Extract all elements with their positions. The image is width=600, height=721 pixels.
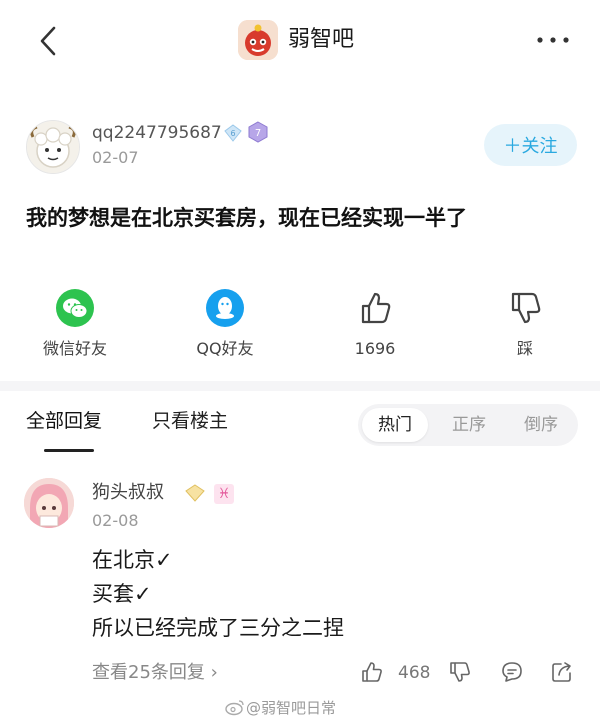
share-qq-label: QQ好友: [196, 339, 254, 358]
author-avatar[interactable]: [26, 120, 80, 174]
wechat-icon: [56, 289, 94, 327]
author-name[interactable]: qq2247795687: [92, 121, 222, 145]
watermark: @弱智吧日常: [246, 699, 337, 717]
share-wechat-button[interactable]: 微信好友: [20, 288, 130, 360]
dislike-label: 踩: [516, 339, 533, 358]
section-divider: [0, 381, 600, 391]
anime-girl-avatar-icon: [24, 478, 74, 528]
dislike-button[interactable]: 踩: [470, 288, 580, 360]
forum-name[interactable]: 弱智吧: [288, 24, 354, 56]
more-dots-icon[interactable]: [536, 32, 570, 48]
top-bar: 弱智吧: [0, 0, 600, 84]
view-replies-link[interactable]: 查看25条回复 ›: [92, 660, 218, 686]
like-count: 1696: [354, 339, 396, 358]
tab-all-replies[interactable]: 全部回复: [26, 407, 102, 435]
qq-icon: [206, 289, 244, 327]
forum-logo[interactable]: [238, 20, 278, 60]
weibo-logo-icon: [225, 700, 244, 716]
reply-date: 02-08: [92, 511, 139, 530]
sheep-avatar-icon: [27, 121, 79, 173]
tab-active-indicator: [44, 449, 94, 452]
forum-mascot-icon: [238, 20, 278, 60]
sort-descending-button[interactable]: 倒序: [508, 408, 574, 442]
chevron-left-icon[interactable]: [34, 24, 64, 58]
share-icon[interactable]: [550, 660, 574, 684]
share-wechat-label: 微信好友: [42, 339, 107, 358]
sort-hot-button[interactable]: 热门: [362, 408, 428, 442]
follow-button[interactable]: ＋关注: [484, 124, 577, 166]
tab-op-only[interactable]: 只看楼主: [152, 407, 228, 435]
zodiac-badge: ♓: [214, 484, 234, 504]
reply-author-name[interactable]: 狗头叔叔: [92, 480, 164, 506]
post-title: 我的梦想是在北京买套房，现在已经实现一半了: [26, 206, 467, 230]
reply-line-3: 所以已经完成了三分之二捏: [92, 616, 344, 640]
rank-badge-text: 7: [255, 128, 261, 139]
reply-line-1: 在北京✓: [92, 548, 173, 572]
reply-thumbs-up-icon[interactable]: [360, 660, 384, 684]
share-qq-button[interactable]: QQ好友: [170, 288, 280, 360]
level-diamond-icon: 6: [224, 124, 242, 142]
thumbs-down-icon: [511, 292, 541, 324]
reply-line-2: 买套✓: [92, 582, 152, 606]
level-badge-text: 6: [230, 129, 235, 138]
sort-toggle: 热门 正序 倒序: [358, 404, 578, 446]
reply-thumbs-down-icon[interactable]: [448, 660, 472, 684]
comment-icon[interactable]: [500, 660, 524, 684]
like-button[interactable]: 1696: [320, 288, 430, 360]
reply-like-count: 468: [398, 663, 431, 683]
rank-badge-icon: 7: [248, 121, 268, 143]
sort-ascending-button[interactable]: 正序: [436, 408, 502, 442]
diamond-badge-icon: [185, 484, 205, 502]
thumbs-up-icon: [361, 292, 391, 324]
post-date: 02-07: [92, 148, 139, 167]
reply-avatar[interactable]: [24, 478, 74, 528]
